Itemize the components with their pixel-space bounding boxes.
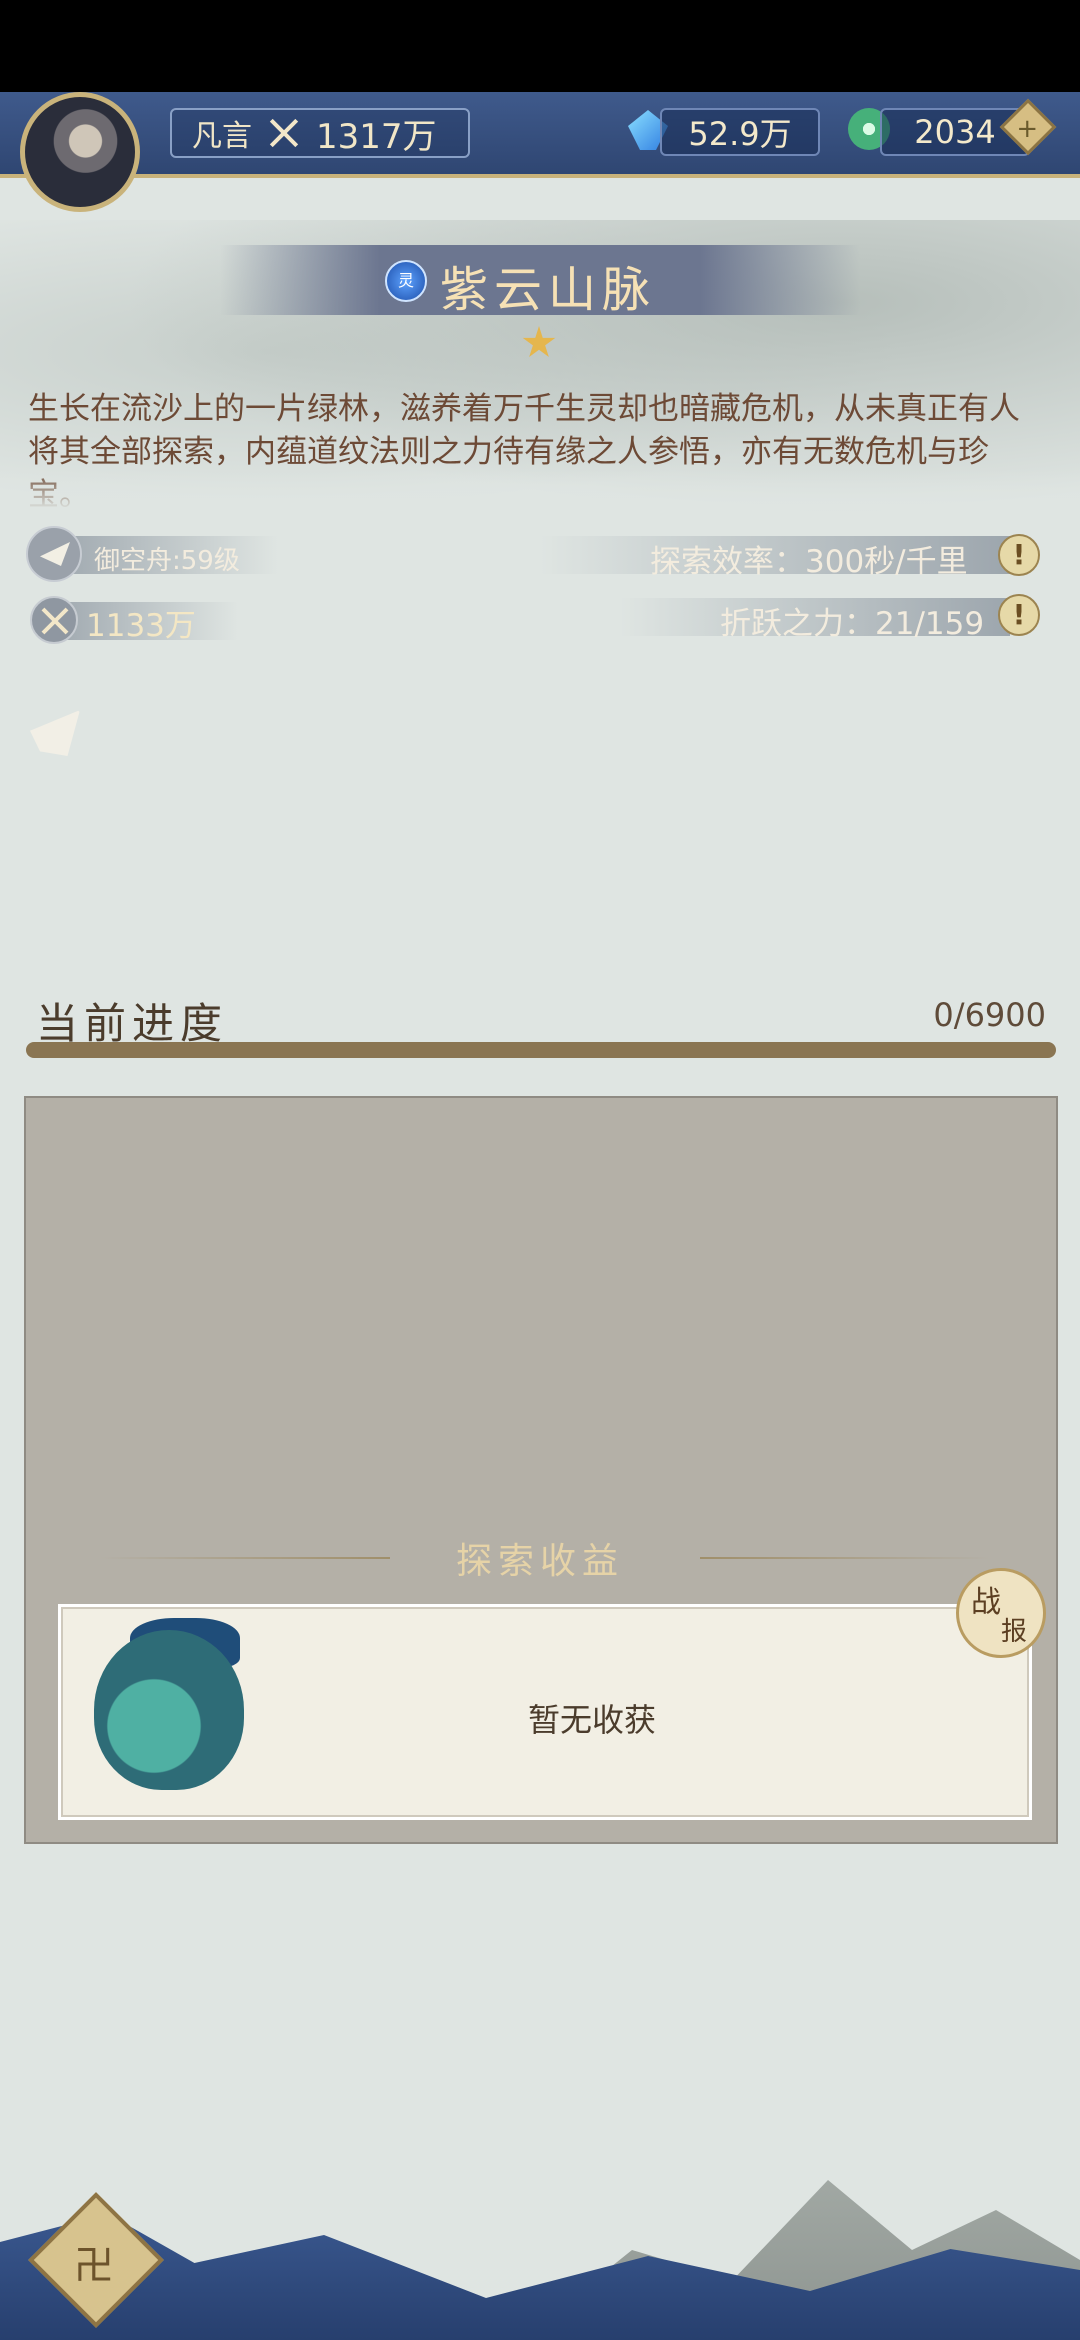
force-info-button[interactable]: ! xyxy=(998,594,1040,636)
ship-icon xyxy=(26,526,82,582)
description-fade xyxy=(0,470,1080,510)
no-reward-text: 暂无收获 xyxy=(528,1701,657,1739)
combat-power: 1317万 xyxy=(316,116,437,157)
crossed-swords-icon xyxy=(30,596,78,644)
crystal-amount: 52.9万 xyxy=(688,115,792,153)
progress-bar xyxy=(26,1042,1056,1058)
required-power: 1133万 xyxy=(86,608,196,644)
home-emblem-icon: 卍 xyxy=(73,2243,114,2290)
jade-amount: 2034 xyxy=(914,113,996,151)
realm-badge-icon: 灵 xyxy=(385,260,427,302)
battle-report-char: 战 xyxy=(971,1585,1001,1620)
efficiency-info-button[interactable]: ! xyxy=(998,534,1040,576)
crossed-swords-icon xyxy=(266,115,302,151)
plus-icon: + xyxy=(1016,114,1039,145)
treasure-bag-icon xyxy=(94,1630,244,1790)
battle-report-char: 报 xyxy=(1001,1617,1028,1647)
location-title: 紫云山脉 xyxy=(440,262,657,318)
status-bar xyxy=(0,0,1080,92)
player-avatar[interactable] xyxy=(20,92,140,212)
battle-report-button[interactable]: 战 报 xyxy=(956,1568,1046,1658)
player-name: 凡言 xyxy=(192,119,252,154)
ship-marker-icon xyxy=(30,710,80,756)
rewards-title: 探索收益 xyxy=(455,1541,624,1582)
vehicle-level: 御空舟:59级 xyxy=(94,546,240,576)
crystal-resource[interactable]: 52.9万 xyxy=(660,108,820,156)
exploration-efficiency: 探索效率：300秒/千里 xyxy=(650,544,968,580)
warp-force: 折跃之力：21/159 xyxy=(720,606,985,642)
progress-value: 0/6900 xyxy=(933,996,1046,1034)
player-info-box[interactable]: 凡言 1317万 xyxy=(170,108,470,158)
